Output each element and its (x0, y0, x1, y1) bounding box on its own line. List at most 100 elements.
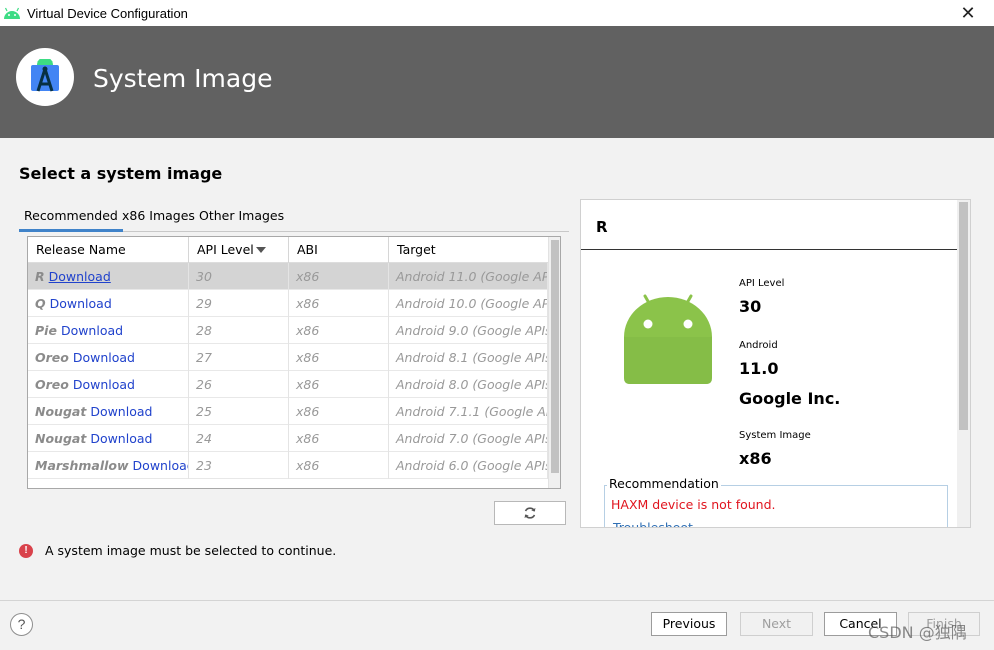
header-banner: System Image (0, 26, 994, 138)
divider (581, 249, 957, 250)
abi-cell: x86 (289, 263, 389, 290)
target-cell: Android 8.0 (Google APIs) (389, 371, 548, 398)
release-name: Nougat (35, 431, 87, 446)
download-link[interactable]: Download (73, 377, 135, 392)
table-row[interactable]: Marshmallow Download 23 x86 Android 6.0 (… (28, 452, 548, 479)
previous-button[interactable]: Previous (651, 612, 727, 636)
download-link[interactable]: Download (90, 431, 152, 446)
table-row[interactable]: Pie Download 28 x86 Android 9.0 (Google A… (28, 317, 548, 344)
abi-cell: x86 (289, 317, 389, 344)
android-robot-icon (624, 294, 712, 384)
recommendation-error: HAXM device is not found. (611, 497, 776, 512)
release-name: R (35, 269, 45, 284)
api-cell: 26 (189, 371, 289, 398)
download-link[interactable]: Download (133, 458, 188, 473)
table-scrollbar[interactable] (548, 237, 560, 488)
header-release-name[interactable]: Release Name (28, 237, 189, 263)
table-row[interactable]: Oreo Download 26 x86 Android 8.0 (Google … (28, 371, 548, 398)
release-cell: Oreo Download (28, 371, 189, 398)
release-name: Oreo (35, 377, 69, 392)
download-link[interactable]: Download (49, 269, 111, 284)
scrollbar-thumb[interactable] (551, 240, 559, 473)
release-name: Q (35, 296, 46, 311)
abi-cell: x86 (289, 371, 389, 398)
table-row[interactable]: Q Download 29 x86 Android 10.0 (Google AP… (28, 290, 548, 317)
table-row[interactable]: Nougat Download 25 x86 Android 7.1.1 (Goo… (28, 398, 548, 425)
next-button[interactable]: Next (740, 612, 813, 636)
header-abi[interactable]: ABI (289, 237, 389, 263)
target-cell: Android 10.0 (Google APIs) (389, 290, 548, 317)
download-link[interactable]: Download (73, 350, 135, 365)
target-cell: Android 7.0 (Google APIs) (389, 425, 548, 452)
title-bar: Virtual Device Configuration ✕ (0, 0, 994, 26)
api-cell: 28 (189, 317, 289, 344)
abi-cell: x86 (289, 425, 389, 452)
detail-scrollbar[interactable] (957, 200, 970, 527)
watermark: CSDN @独隅 (868, 623, 967, 642)
vendor-value: Google Inc. (739, 389, 841, 408)
abi-cell: x86 (289, 290, 389, 317)
target-cell: Android 11.0 (Google APIs) (389, 263, 548, 290)
android-label: Android (739, 340, 778, 351)
scrollbar-thumb[interactable] (959, 202, 968, 430)
download-link[interactable]: Download (90, 404, 152, 419)
image-tabs: Recommended x86 Images Other Images (19, 205, 569, 232)
api-cell: 29 (189, 290, 289, 317)
release-name: Pie (35, 323, 57, 338)
android-version-value: 11.0 (739, 359, 779, 378)
header-api-level-label: API Level (197, 242, 254, 257)
sort-desc-icon (256, 247, 266, 253)
android-studio-logo (16, 48, 74, 106)
abi-cell: x86 (289, 452, 389, 479)
system-image-table: Release Name API Level ABI Target R Downl… (27, 236, 561, 489)
android-studio-icon (31, 59, 59, 92)
release-name: Nougat (35, 404, 87, 419)
footer-divider (0, 600, 994, 601)
close-icon[interactable]: ✕ (958, 3, 978, 23)
download-link[interactable]: Download (50, 296, 112, 311)
android-icon (4, 7, 20, 19)
release-cell: Pie Download (28, 317, 189, 344)
troubleshoot-link[interactable]: Troubleshoot (613, 520, 693, 527)
release-name: Oreo (35, 350, 69, 365)
api-cell: 30 (189, 263, 289, 290)
api-cell: 25 (189, 398, 289, 425)
window-title: Virtual Device Configuration (27, 5, 188, 21)
error-message: A system image must be selected to conti… (45, 543, 337, 558)
refresh-icon (524, 507, 536, 519)
header-api-level[interactable]: API Level (189, 237, 289, 263)
tab-other-images[interactable]: Other Images (194, 205, 289, 232)
abi-cell: x86 (289, 344, 389, 371)
release-cell: Q Download (28, 290, 189, 317)
table-row[interactable]: Oreo Download 27 x86 Android 8.1 (Google … (28, 344, 548, 371)
api-cell: 27 (189, 344, 289, 371)
release-name: Marshmallow (35, 458, 129, 473)
table-row[interactable]: Nougat Download 24 x86 Android 7.0 (Googl… (28, 425, 548, 452)
tab-recommended[interactable]: Recommended (19, 205, 123, 232)
api-level-value: 30 (739, 297, 762, 316)
help-button[interactable]: ? (10, 613, 33, 636)
validation-error: ! A system image must be selected to con… (19, 543, 336, 558)
refresh-button[interactable] (494, 501, 566, 525)
release-cell: R Download (28, 263, 189, 290)
detail-release-name: R (596, 218, 608, 236)
download-link[interactable]: Download (61, 323, 123, 338)
target-cell: Android 6.0 (Google APIs) (389, 452, 548, 479)
table-body: R Download 30 x86 Android 11.0 (Google AP… (28, 263, 548, 479)
api-cell: 23 (189, 452, 289, 479)
api-level-label: API Level (739, 278, 785, 289)
release-cell: Oreo Download (28, 344, 189, 371)
api-cell: 24 (189, 425, 289, 452)
recommendation-title: Recommendation (607, 476, 721, 491)
system-image-label: System Image (739, 430, 811, 441)
error-icon: ! (19, 543, 33, 558)
table-row[interactable]: R Download 30 x86 Android 11.0 (Google AP… (28, 263, 548, 290)
section-title: Select a system image (19, 164, 223, 183)
page-heading: System Image (93, 64, 273, 93)
header-target[interactable]: Target (389, 237, 548, 263)
target-cell: Android 7.1.1 (Google APIs) (389, 398, 548, 425)
system-image-value: x86 (739, 449, 772, 468)
release-cell: Marshmallow Download (28, 452, 189, 479)
tab-x86-images[interactable]: x86 Images (117, 205, 200, 232)
image-detail-panel: R API Level 30 Android 11.0 Google Inc. … (580, 199, 971, 528)
